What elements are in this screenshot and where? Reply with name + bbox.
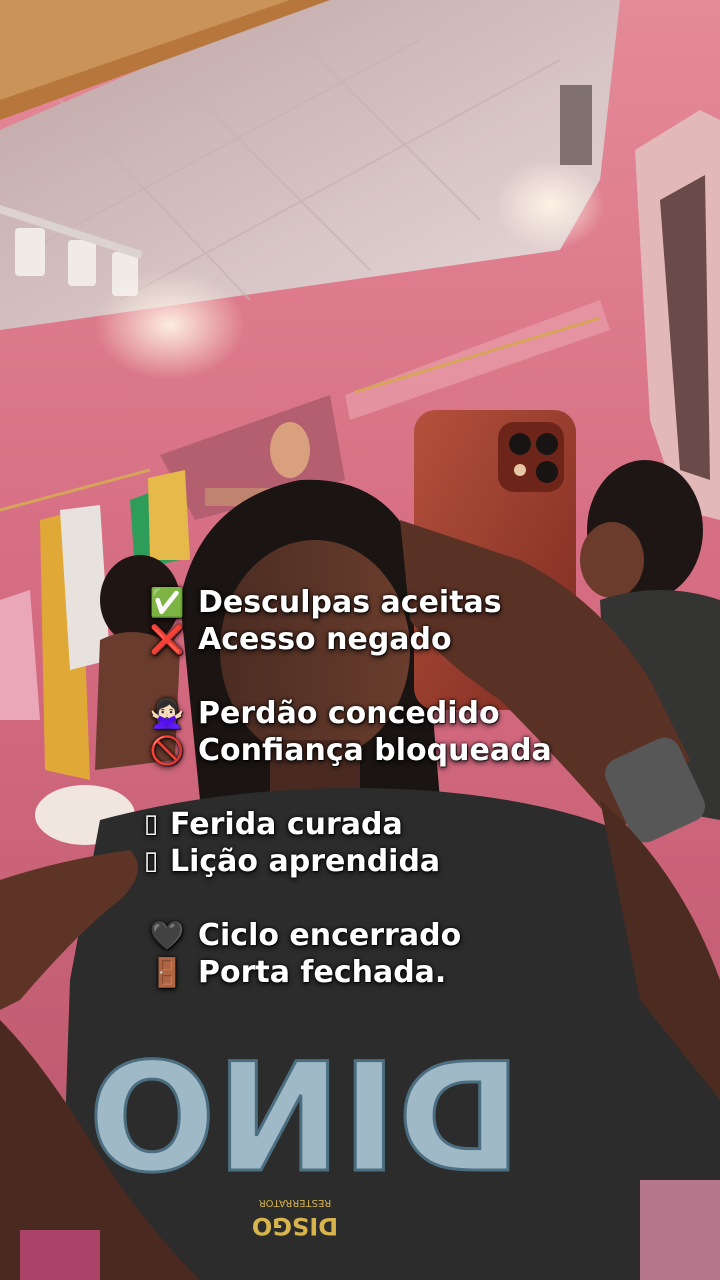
caption-text: Ferida curada [170,807,403,842]
caption-line: ❌ Acesso negado [148,621,708,658]
caption-line: ▯ Lição aprendida [140,843,708,880]
caption-line: ✅ Desculpas aceitas [148,584,708,621]
caption-line: 🚫 Confiança bloqueada [148,732,708,769]
caption-text: Confiança bloqueada [198,733,552,768]
shirt-brand-subtext: RESTERRATOR [259,1197,332,1208]
caption-text: Porta fechada. [198,955,447,990]
caption-text: Lição aprendida [170,844,441,879]
caption-text: Ciclo encerrado [198,918,462,953]
mannequin-head [270,422,310,478]
caption-group: ✅ Desculpas aceitas ❌ Acesso negado [148,584,708,658]
caption-line: 🚪 Porta fechada. [148,954,708,991]
caption-text: Acesso negado [198,622,452,657]
caption-group: 🙅🏻‍♀️ Perdão concedido 🚫 Confiança bloqu… [148,695,708,769]
check-mark-icon: ✅ [149,586,185,619]
caption-group: ▯ Ferida curada ▯ Lição aprendida [140,806,708,880]
ceiling-speaker [560,85,592,165]
caption-text: Desculpas aceitas [198,585,502,620]
light-glow [495,160,605,250]
light-glow [95,270,245,380]
missing-glyph-box-icon: ▯ [143,809,159,839]
dark-sphere-icon: 🖤 [149,919,185,952]
cross-mark-icon: ❌ [149,623,185,656]
shirt-brand-text: DISGO [252,1212,338,1240]
missing-glyph-box-icon: ▯ [143,846,159,876]
prohibited-icon: 🚫 [149,734,185,767]
caption-line: 🙅🏻‍♀️ Perdão concedido [148,695,708,732]
caption-overlay: ✅ Desculpas aceitas ❌ Acesso negado 🙅🏻‍♀… [144,584,708,1028]
woman-gesturing-no-icon: 🙅🏻‍♀️ [149,697,185,730]
caption-line: 🖤 Ciclo encerrado [148,917,708,954]
caption-text: Perdão concedido [198,696,500,731]
caption-line: ▯ Ferida curada [140,806,708,843]
caption-group: 🖤 Ciclo encerrado 🚪 Porta fechada. [148,917,708,991]
shirt-logo-text: DINO [88,1032,521,1206]
door-icon: 🚪 [149,956,185,989]
